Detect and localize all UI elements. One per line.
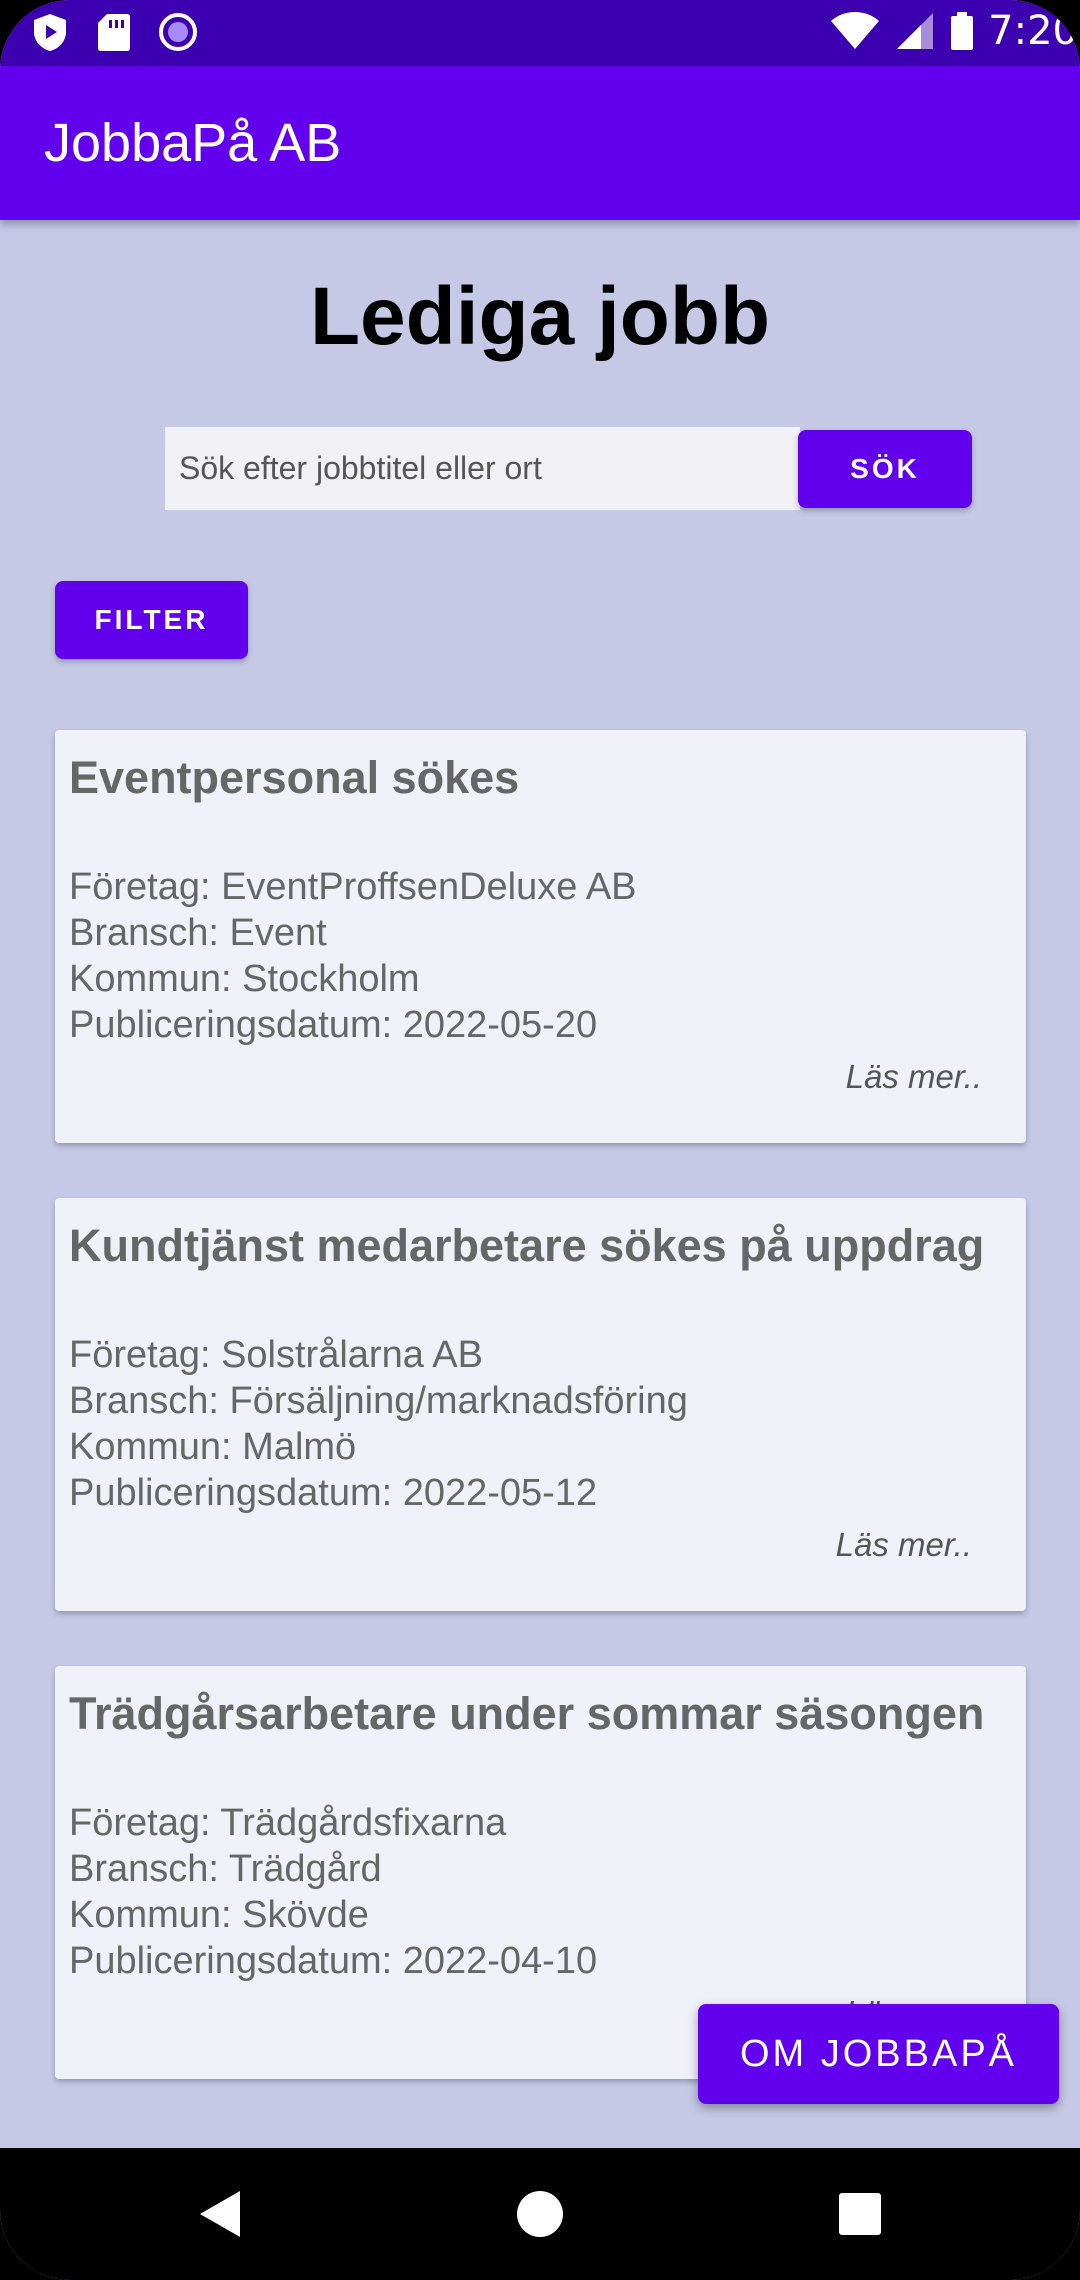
job-details: Företag: EventProffsenDeluxe AB Bransch:…: [69, 864, 637, 1048]
play-protect-icon: [30, 10, 70, 54]
job-title: Eventpersonal sökes: [69, 752, 520, 803]
job-municipality: Kommun: Skövde: [69, 1894, 369, 1936]
search-button[interactable]: SÖK: [798, 430, 972, 508]
app-bar: JobbaPå AB: [0, 66, 1080, 220]
sd-card-icon: [94, 10, 134, 54]
status-time: 7:20: [988, 8, 1078, 54]
job-title: Trädgårsarbetare under sommar säsongen: [69, 1688, 985, 1739]
job-company: Företag: Trädgårdsfixarna: [69, 1802, 507, 1844]
battery-icon: [948, 9, 976, 53]
job-card[interactable]: Kundtjänst medarbetare sökes på uppdrag …: [55, 1198, 1026, 1611]
back-icon[interactable]: [190, 2184, 250, 2244]
filter-button[interactable]: FILTER: [55, 581, 248, 659]
recents-icon[interactable]: [830, 2184, 890, 2244]
job-industry: Bransch: Försäljning/marknadsföring: [69, 1380, 688, 1422]
signal-icon: [894, 9, 936, 53]
job-published-date: Publiceringsdatum: 2022-04-10: [69, 1940, 598, 1982]
phone-screen: 7:20 JobbaPå AB Lediga jobb SÖK FILTER E…: [0, 0, 1080, 2280]
job-details: Företag: Solstrålarna AB Bransch: Försäl…: [69, 1332, 688, 1516]
navigation-bar: [0, 2148, 1080, 2280]
job-municipality: Kommun: Stockholm: [69, 958, 420, 1000]
page-title: Lediga jobb: [309, 271, 771, 362]
job-published-date: Publiceringsdatum: 2022-05-20: [69, 1004, 598, 1046]
job-company: Företag: Solstrålarna AB: [69, 1334, 483, 1376]
read-more-link[interactable]: Läs mer..: [846, 1058, 982, 1096]
wifi-icon: [828, 9, 882, 53]
search-input[interactable]: [165, 427, 800, 510]
job-industry: Bransch: Event: [69, 912, 327, 954]
job-company: Företag: EventProffsenDeluxe AB: [69, 866, 637, 908]
read-more-link[interactable]: Läs mer..: [836, 1526, 972, 1564]
home-icon[interactable]: [510, 2184, 570, 2244]
app-title: JobbaPå AB: [44, 113, 342, 173]
circle-notification-icon: [158, 10, 198, 54]
job-title: Kundtjänst medarbetare sökes på uppdrag: [69, 1220, 985, 1271]
about-jobbapa-button[interactable]: OM JOBBAPÅ: [698, 2004, 1059, 2104]
job-card[interactable]: Eventpersonal sökes Företag: EventProffs…: [55, 730, 1026, 1143]
job-industry: Bransch: Trädgård: [69, 1848, 382, 1890]
job-details: Företag: Trädgårdsfixarna Bransch: Trädg…: [69, 1800, 597, 1984]
job-municipality: Kommun: Malmö: [69, 1426, 357, 1468]
job-published-date: Publiceringsdatum: 2022-05-12: [69, 1472, 598, 1514]
status-bar: 7:20: [0, 0, 1080, 66]
